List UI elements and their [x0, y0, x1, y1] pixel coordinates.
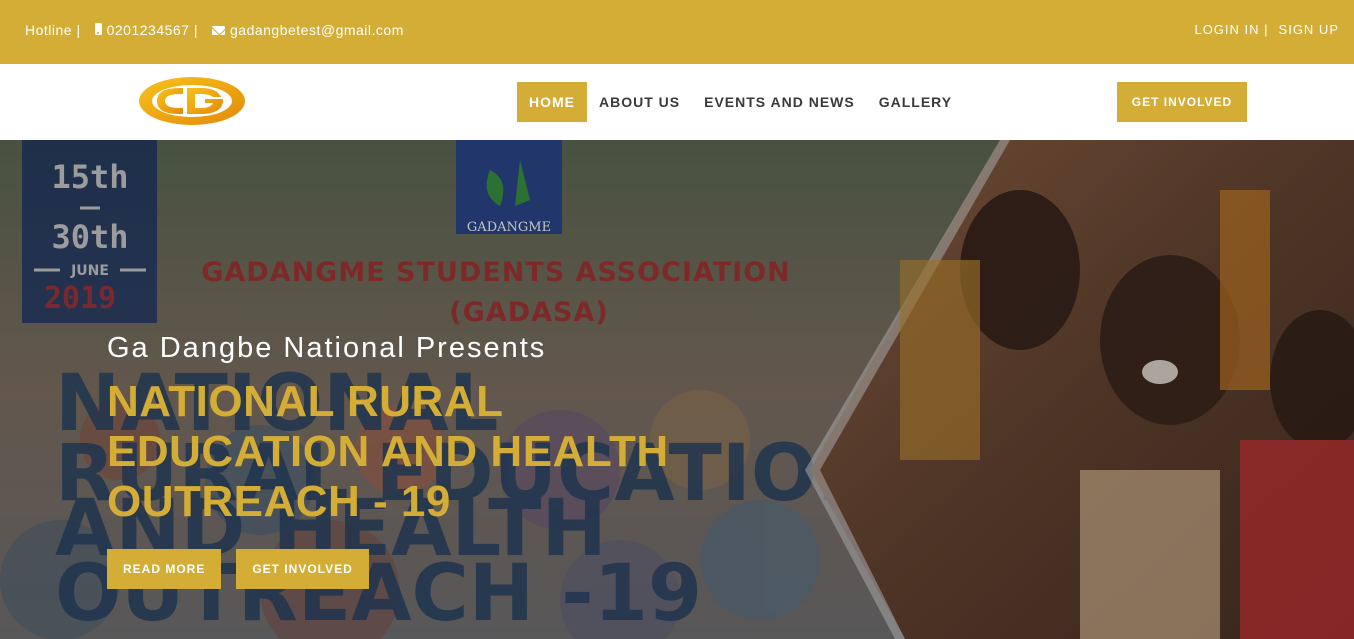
nav-about-us[interactable]: ABOUT US: [587, 82, 692, 122]
hero-kicker: Ga Dangbe National Presents: [107, 332, 547, 364]
hero-slider: 15th 30th JUNE 2019 GADANGME GADANGME ST…: [0, 140, 1354, 639]
get-involved-button[interactable]: GET INVOLVED: [1117, 82, 1247, 122]
auth-links: LOGIN IN | SIGN UP: [1194, 22, 1339, 37]
hero-get-involved-button[interactable]: GET INVOLVED: [236, 549, 369, 589]
gadangbe-logo[interactable]: [137, 75, 247, 127]
nav-gallery[interactable]: GALLERY: [867, 82, 964, 122]
contact-info: Hotline | 0201234567 | gadangbetest@gmai…: [25, 22, 404, 38]
envelope-icon: [212, 22, 225, 38]
hero-actions: READ MORE GET INVOLVED: [107, 549, 369, 589]
hero-title: NATIONAL RURAL EDUCATION AND HEALTH OUTR…: [107, 377, 669, 526]
phone-icon: [94, 22, 102, 38]
nav-events-and-news[interactable]: EVENTS AND NEWS: [692, 82, 867, 122]
read-more-button[interactable]: READ MORE: [107, 549, 222, 589]
hotline-number[interactable]: 0201234567 |: [107, 22, 198, 38]
top-bar: Hotline | 0201234567 | gadangbetest@gmai…: [0, 0, 1354, 64]
hero-content: Ga Dangbe National Presents NATIONAL RUR…: [107, 332, 727, 527]
main-navbar: HOME ABOUT US EVENTS AND NEWS GALLERY GE…: [0, 64, 1354, 140]
signup-link[interactable]: SIGN UP: [1279, 22, 1339, 37]
hotline-label: Hotline |: [25, 22, 81, 38]
contact-email[interactable]: gadangbetest@gmail.com: [230, 22, 404, 38]
nav-home[interactable]: HOME: [517, 82, 587, 122]
primary-nav: HOME ABOUT US EVENTS AND NEWS GALLERY: [517, 82, 964, 122]
login-link[interactable]: LOGIN IN |: [1194, 22, 1268, 37]
